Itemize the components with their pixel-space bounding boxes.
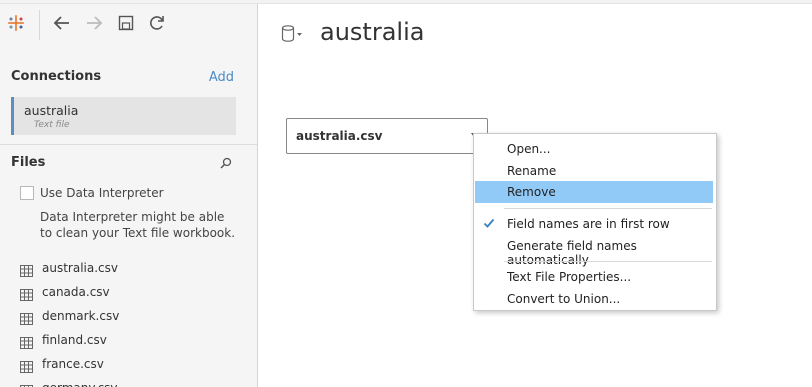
menu-item-label: Convert to Union... [507,292,621,306]
data-interpreter-checkbox[interactable] [20,186,34,200]
file-list-item[interactable]: canada.csv [20,283,250,303]
section-divider [0,144,257,145]
file-list-item[interactable]: germany.csv [20,379,250,387]
file-name: denmark.csv [42,309,120,323]
menu-item-field-names-first-row[interactable]: Field names are in first row [475,213,714,235]
file-name: australia.csv [42,261,118,275]
file-name: germany.csv [42,381,118,387]
file-list-item[interactable]: australia.csv [20,259,250,279]
context-menu: Open... Rename Remove Field names are in… [473,133,717,311]
forward-arrow-icon[interactable] [83,12,105,34]
menu-separator [504,261,712,262]
files-title: Files [11,155,46,170]
checkmark-icon [483,217,495,229]
toolbar-separator [39,10,40,40]
menu-item-label: Text File Properties... [507,270,632,284]
menu-item-label: Remove [507,185,556,199]
tableau-logo-icon[interactable] [5,12,27,34]
data-interpreter-description: Data Interpreter might be able to clean … [40,210,236,240]
table-grid-icon [20,358,33,373]
save-icon[interactable] [115,12,137,34]
refresh-icon[interactable] [146,12,168,34]
data-interpreter-label[interactable]: Use Data Interpreter [40,186,164,200]
menu-item-label: Generate field names automatically [507,239,637,267]
table-grid-icon [20,310,33,325]
search-icon[interactable] [219,155,233,169]
table-pill-australia[interactable]: australia.csv [286,118,488,154]
connections-title: Connections [11,69,102,84]
menu-item-remove[interactable]: Remove [475,181,713,203]
menu-item-rename[interactable]: Rename [475,160,714,182]
file-name: finland.csv [42,333,107,347]
add-connection-link[interactable]: Add [209,70,234,85]
menu-item-text-file-properties[interactable]: Text File Properties... [475,266,714,288]
file-list-item[interactable]: denmark.csv [20,307,250,327]
page-title: australia [320,18,425,46]
file-list-item[interactable]: france.csv [20,355,250,375]
table-pill-label: australia.csv [296,129,383,143]
left-panel: Connections Add australia Text file File… [0,4,258,387]
menu-item-label: Field names are in first row [507,217,670,231]
connection-name: australia [24,103,79,118]
back-arrow-icon[interactable] [51,12,73,34]
file-list-item[interactable]: finland.csv [20,331,250,351]
menu-item-label: Open... [507,142,551,156]
table-grid-icon [20,334,33,349]
menu-item-label: Rename [507,164,557,178]
menu-item-open[interactable]: Open... [475,138,714,160]
menu-item-convert-to-union[interactable]: Convert to Union... [475,288,714,310]
toolbar [0,4,257,44]
connection-item-australia[interactable]: australia Text file [11,97,236,135]
database-icon[interactable] [281,24,307,44]
connection-type: Text file [34,120,70,130]
table-grid-icon [20,286,33,301]
table-grid-icon [20,262,33,277]
menu-item-generate-field-names[interactable]: Generate field names automatically [475,235,714,267]
menu-separator [504,208,712,209]
table-grid-icon [20,382,33,387]
file-name: france.csv [42,357,104,371]
file-name: canada.csv [42,285,110,299]
